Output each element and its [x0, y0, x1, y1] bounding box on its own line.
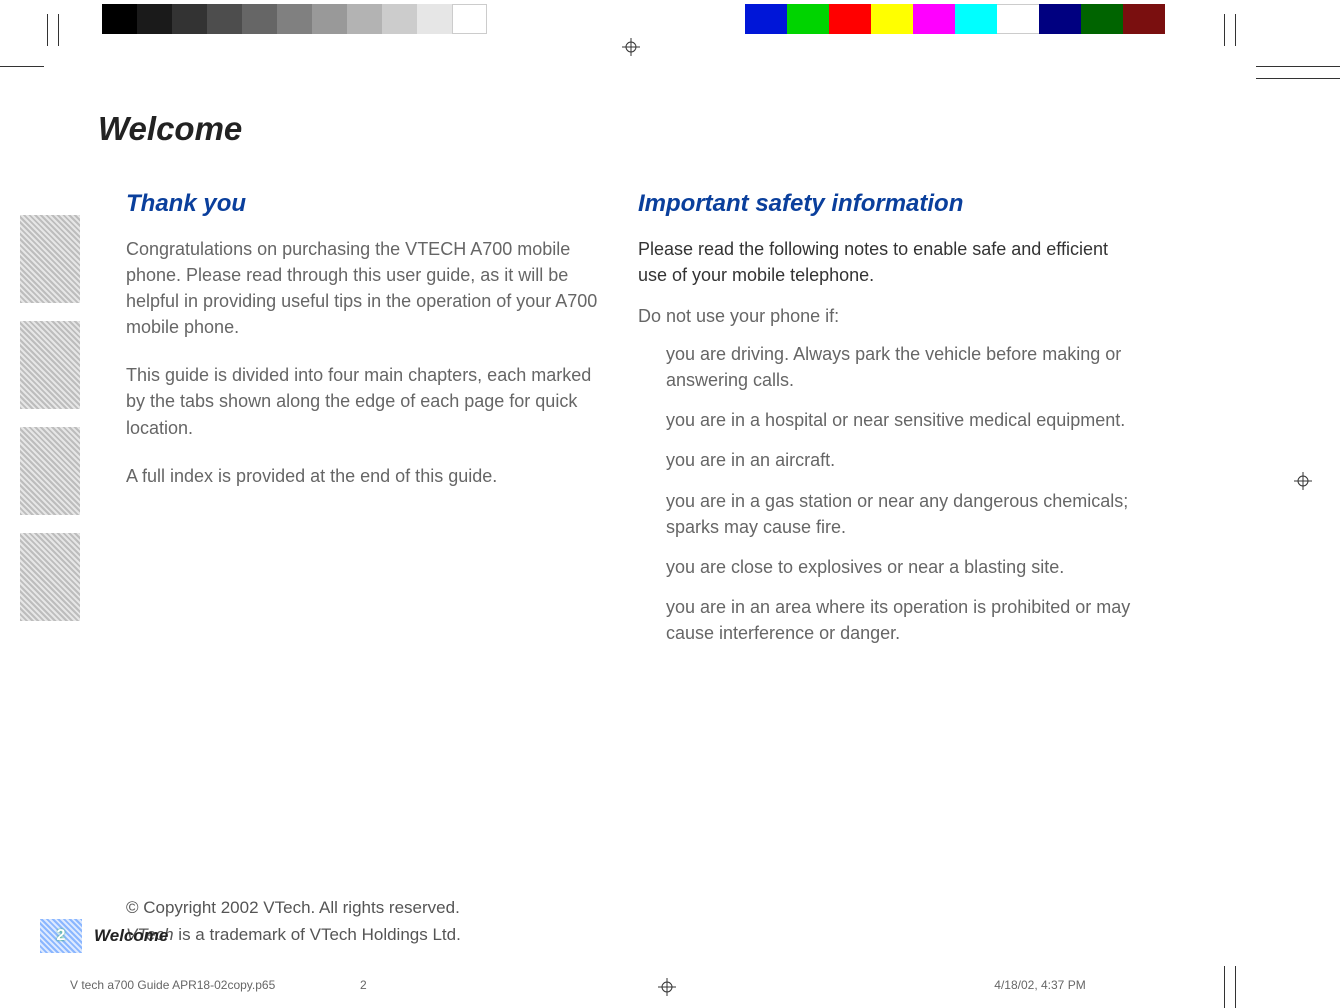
crop-mark: [1256, 78, 1340, 79]
safety-lead: Please read the following notes to enabl…: [638, 236, 1138, 288]
list-item: you are close to explosives or near a bl…: [666, 554, 1138, 580]
side-tabs: [20, 215, 80, 639]
side-tab: [20, 427, 80, 515]
slug-timestamp: 4/18/02, 4:37 PM: [680, 978, 1270, 992]
side-tab: [20, 533, 80, 621]
trademark-line: VTech is a trademark of VTech Holdings L…: [126, 921, 826, 948]
page-number: 2: [40, 919, 82, 953]
color-bars: [745, 4, 1165, 34]
page-section-label: Welcome: [94, 926, 168, 946]
list-item: you are in an area where its operation i…: [666, 594, 1138, 646]
side-tab: [20, 215, 80, 303]
page-title: Welcome: [98, 110, 1178, 148]
safety-heading: Important safety information: [638, 190, 1138, 218]
intro-paragraph: Congratulations on purchasing the VTECH …: [126, 236, 598, 340]
safety-list-head: Do not use your phone if:: [638, 306, 1138, 327]
intro-paragraph: A full index is provided at the end of t…: [126, 463, 598, 489]
thank-you-heading: Thank you: [126, 190, 598, 218]
slug-line: V tech a700 Guide APR18-02copy.p65 2 4/1…: [70, 978, 1270, 992]
crop-mark: [0, 66, 44, 67]
crop-mark: [1224, 14, 1225, 46]
trademark-rest: is a trademark of VTech Holdings Ltd.: [174, 925, 461, 944]
gray-step-wedge: [102, 4, 487, 34]
slug-file: V tech a700 Guide APR18-02copy.p65: [70, 978, 360, 992]
list-item: you are driving. Always park the vehicle…: [666, 341, 1138, 393]
side-tab: [20, 321, 80, 409]
crop-mark: [1235, 14, 1236, 46]
safety-list: you are driving. Always park the vehicle…: [638, 341, 1138, 646]
crop-mark: [47, 14, 48, 46]
crop-mark: [58, 14, 59, 46]
list-item: you are in an aircraft.: [666, 447, 1138, 473]
list-item: you are in a gas station or near any dan…: [666, 488, 1138, 540]
page-number-block: 2 Welcome: [40, 919, 168, 953]
registration-mark-icon: [622, 38, 640, 56]
intro-paragraph: This guide is divided into four main cha…: [126, 362, 598, 440]
list-item: you are in a hospital or near sensitive …: [666, 407, 1138, 433]
crop-mark: [1256, 66, 1340, 67]
copyright-line: © Copyright 2002 VTech. All rights reser…: [126, 894, 826, 921]
registration-mark-icon: [1294, 472, 1312, 490]
slug-page: 2: [360, 978, 680, 992]
